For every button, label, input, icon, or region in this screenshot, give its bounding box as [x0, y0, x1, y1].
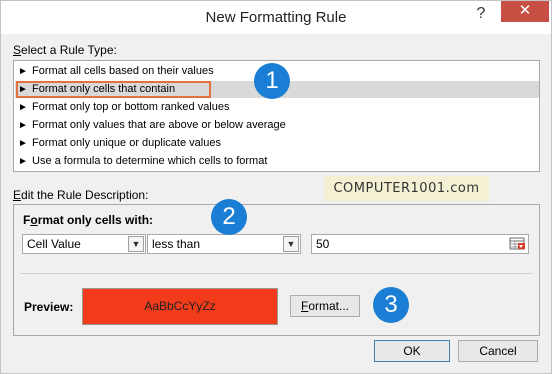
title-bar: New Formatting Rule ? ✕	[1, 1, 551, 34]
rule-type-item[interactable]: ► Use a formula to determine which cells …	[18, 153, 538, 170]
rule-type-item[interactable]: ► Format only unique or duplicate values	[18, 135, 538, 152]
watermark: COMPUTER1001.com	[324, 176, 489, 201]
ok-button[interactable]: OK	[374, 340, 450, 362]
range-selector-icon[interactable]	[509, 236, 526, 252]
cancel-button[interactable]: Cancel	[458, 340, 538, 362]
step-badge-1: 1	[254, 63, 290, 99]
arrow-icon: ►	[18, 102, 28, 113]
dialog-window: New Formatting Rule ? ✕ Select a Rule Ty…	[0, 0, 552, 374]
rule-type-item[interactable]: ► Format only top or bottom ranked values	[18, 99, 538, 116]
format-preview: AaBbCcYyZz	[82, 288, 278, 325]
arrow-icon: ►	[18, 120, 28, 131]
preview-label: Preview:	[24, 300, 74, 314]
rule-description-panel: Format only cells with: Cell Value ▼ les…	[13, 204, 540, 336]
help-button[interactable]: ?	[468, 3, 494, 25]
close-button[interactable]: ✕	[501, 1, 549, 22]
condition-value-input[interactable]: 50	[311, 234, 529, 254]
arrow-icon: ►	[18, 66, 28, 77]
selection-highlight	[16, 81, 211, 98]
format-only-cells-label: Format only cells with:	[23, 213, 154, 227]
chevron-down-icon[interactable]: ▼	[128, 236, 144, 252]
arrow-icon: ►	[18, 156, 28, 167]
condition-operator-select[interactable]: less than ▼	[147, 234, 301, 254]
condition-field-select[interactable]: Cell Value ▼	[22, 234, 146, 254]
edit-rule-description-label: Edit the Rule Description:	[13, 188, 149, 202]
arrow-icon: ►	[18, 138, 28, 149]
format-button[interactable]: Format...	[290, 295, 360, 317]
step-badge-3: 3	[373, 287, 409, 323]
select-rule-type-label: Select a Rule Type:	[13, 43, 117, 57]
rule-type-item[interactable]: ► Format only values that are above or be…	[18, 117, 538, 134]
chevron-down-icon[interactable]: ▼	[283, 236, 299, 252]
step-badge-2: 2	[211, 199, 247, 235]
panel-divider	[20, 273, 533, 274]
